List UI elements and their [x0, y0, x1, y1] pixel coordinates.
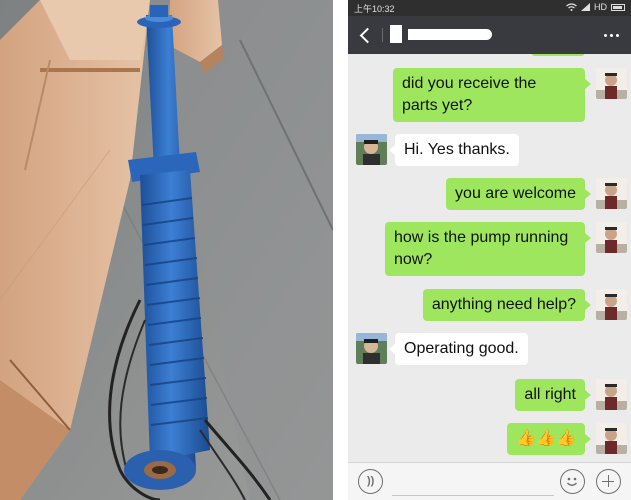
- signal-icon: [581, 3, 590, 11]
- outgoing-message-bubble[interactable]: all right: [515, 379, 591, 411]
- blue-submersible-pump-icon: [0, 0, 333, 500]
- more-options-icon[interactable]: [601, 28, 621, 42]
- self-avatar[interactable]: [596, 379, 627, 410]
- incoming-message-bubble[interactable]: Operating good.: [389, 333, 528, 365]
- previous-message-edge: [531, 54, 585, 56]
- outgoing-message-bubble[interactable]: 👍👍👍: [507, 423, 591, 455]
- battery-icon: [611, 3, 625, 11]
- incoming-message-bubble[interactable]: Hi. Yes thanks.: [389, 134, 519, 166]
- status-icons: HD: [566, 2, 625, 12]
- screenshot-root: 上午10:32 HD did you receive the parts yet…: [0, 0, 631, 500]
- back-arrow-icon[interactable]: [356, 24, 376, 46]
- input-bar: )): [348, 462, 631, 500]
- phone-screen: 上午10:32 HD did you receive the parts yet…: [348, 0, 631, 500]
- self-avatar[interactable]: [596, 178, 627, 209]
- self-avatar[interactable]: [596, 423, 627, 454]
- wifi-icon: [566, 3, 577, 11]
- status-bar: 上午10:32 HD: [348, 0, 631, 16]
- pump-photo: [0, 0, 333, 500]
- message-input[interactable]: [392, 469, 554, 496]
- emoji-icon[interactable]: [560, 469, 585, 494]
- contact-avatar[interactable]: [356, 134, 387, 165]
- self-avatar[interactable]: [596, 68, 627, 99]
- voice-icon[interactable]: )): [358, 469, 383, 494]
- network-label: HD: [594, 2, 607, 12]
- outgoing-message-bubble[interactable]: did you receive the parts yet?: [393, 68, 591, 122]
- self-avatar[interactable]: [596, 222, 627, 253]
- self-avatar[interactable]: [596, 289, 627, 320]
- redacted-contact-name: [408, 29, 492, 40]
- title-bar: [348, 16, 631, 54]
- redacted-avatar-block: [390, 25, 402, 43]
- plus-icon[interactable]: [596, 469, 621, 494]
- outgoing-message-bubble[interactable]: you are welcome: [446, 178, 591, 210]
- outgoing-message-bubble[interactable]: how is the pump running now?: [385, 222, 591, 276]
- outgoing-message-bubble[interactable]: anything need help?: [422, 289, 592, 321]
- status-time: 上午10:32: [354, 4, 395, 14]
- title-divider: [382, 28, 383, 42]
- chat-area[interactable]: did you receive the parts yet? Hi. Yes t…: [348, 54, 631, 462]
- contact-avatar[interactable]: [356, 333, 387, 364]
